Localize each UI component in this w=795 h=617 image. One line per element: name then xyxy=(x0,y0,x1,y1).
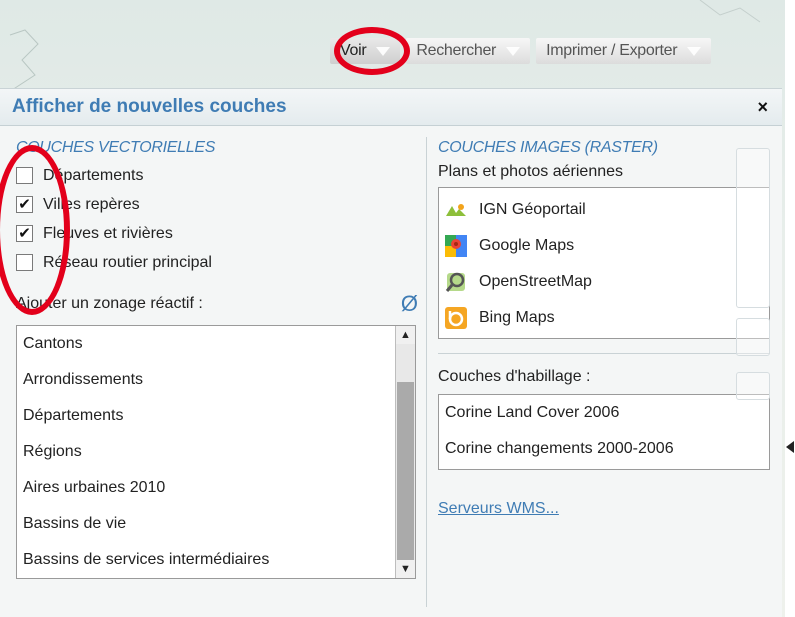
zonage-listbox[interactable]: Cantons Arrondissements Départements Rég… xyxy=(16,325,416,579)
checkbox-departements[interactable] xyxy=(16,167,33,184)
chevron-down-icon xyxy=(687,46,702,56)
zonage-label: Ajouter un zonage réactif : xyxy=(16,295,203,312)
layer-row-departements[interactable]: Départements xyxy=(16,161,420,190)
close-icon[interactable]: × xyxy=(757,97,768,118)
chevron-down-icon xyxy=(376,46,391,56)
layer-label: Fleuves et rivières xyxy=(43,224,173,242)
voir-label: Voir xyxy=(340,42,367,59)
checkbox-fleuves-rivieres[interactable]: ✔ xyxy=(16,225,33,242)
scrollbar[interactable]: ▲ ▼ xyxy=(395,326,415,578)
column-divider xyxy=(426,137,427,607)
raster-layers-column: COUCHES IMAGES (RASTER) Plans et photos … xyxy=(438,139,770,518)
layers-panel: Afficher de nouvelles couches × COUCHES … xyxy=(0,88,782,617)
raster-item-openstreetmap[interactable]: OpenStreetMap xyxy=(439,264,769,300)
layer-row-reseau-routier[interactable]: Réseau routier principal xyxy=(16,248,420,277)
habillage-label: Couches d'habillage : xyxy=(438,368,591,385)
raster-item-bing[interactable]: Bing Maps xyxy=(439,300,769,336)
habillage-list: Corine Land Cover 2006 Corine changement… xyxy=(438,394,770,470)
layer-label: Réseau routier principal xyxy=(43,253,212,271)
chevron-down-icon xyxy=(506,46,521,56)
list-item[interactable]: Bassins de services intermédiaires xyxy=(17,542,395,578)
google-maps-icon xyxy=(445,235,467,257)
voir-button[interactable]: Voir xyxy=(330,38,401,64)
vector-layers-column: COUCHES VECTORIELLES Départements ✔ Vill… xyxy=(16,139,420,579)
section-divider xyxy=(438,353,770,354)
checkbox-villes-reperes[interactable]: ✔ xyxy=(16,196,33,213)
vector-section-title: COUCHES VECTORIELLES xyxy=(16,139,216,156)
list-item[interactable]: Arrondissements xyxy=(17,362,395,398)
wms-servers-link[interactable]: Serveurs WMS... xyxy=(438,500,559,518)
map-toolbar: Voir Rechercher Imprimer / Exporter xyxy=(330,32,778,70)
raster-subtitle: Plans et photos aériennes xyxy=(438,163,624,180)
imprimer-exporter-button[interactable]: Imprimer / Exporter xyxy=(536,38,712,64)
list-item[interactable]: Régions xyxy=(17,434,395,470)
layer-row-villes-reperes[interactable]: ✔ Villes repères xyxy=(16,190,420,219)
scrollbar-thumb[interactable] xyxy=(397,382,414,562)
checkbox-reseau-routier[interactable] xyxy=(16,254,33,271)
raster-list: IGN Géoportail Google Maps OpenStreetMap… xyxy=(438,187,770,339)
openstreetmap-icon xyxy=(445,271,467,293)
raster-item-google-maps[interactable]: Google Maps xyxy=(439,228,769,264)
scroll-up-arrow-icon[interactable]: ▲ xyxy=(396,326,415,344)
raster-item-label: Bing Maps xyxy=(479,309,555,326)
fullscreen-control xyxy=(736,318,770,356)
list-item[interactable]: Corine Land Cover 2006 xyxy=(439,395,769,431)
pan-control xyxy=(736,372,770,400)
layer-label: Départements xyxy=(43,166,144,184)
panel-header: Afficher de nouvelles couches × xyxy=(0,89,782,126)
cursor-arrow-icon xyxy=(786,441,794,453)
ign-icon xyxy=(445,199,467,221)
rechercher-label: Rechercher xyxy=(416,42,497,59)
imprimer-exporter-label: Imprimer / Exporter xyxy=(546,42,678,59)
list-item[interactable]: Départements xyxy=(17,398,395,434)
raster-item-label: IGN Géoportail xyxy=(479,201,586,218)
panel-title: Afficher de nouvelles couches xyxy=(12,96,287,117)
zoom-control xyxy=(736,148,770,308)
zonage-header: Ajouter un zonage réactif : Ø xyxy=(16,291,420,317)
list-item[interactable]: Bassins de vie xyxy=(17,506,395,542)
layer-row-fleuves-rivieres[interactable]: ✔ Fleuves et rivières xyxy=(16,219,420,248)
vector-layer-list: Départements ✔ Villes repères ✔ Fleuves … xyxy=(16,161,420,277)
list-item[interactable]: Cantons xyxy=(17,326,395,362)
list-item[interactable]: Aires urbaines 2010 xyxy=(17,470,395,506)
raster-section-title: COUCHES IMAGES (RASTER) xyxy=(438,139,658,156)
list-item[interactable]: Corine changements 2000-2006 xyxy=(439,431,769,467)
raster-item-label: Google Maps xyxy=(479,237,575,254)
layer-label: Villes repères xyxy=(43,195,140,213)
clear-zonage-icon[interactable]: Ø xyxy=(401,291,418,317)
bing-icon xyxy=(445,307,467,329)
raster-item-ign[interactable]: IGN Géoportail xyxy=(439,192,769,228)
raster-item-label: OpenStreetMap xyxy=(479,273,592,290)
scroll-down-arrow-icon[interactable]: ▼ xyxy=(396,560,415,578)
rechercher-button[interactable]: Rechercher xyxy=(406,38,531,64)
